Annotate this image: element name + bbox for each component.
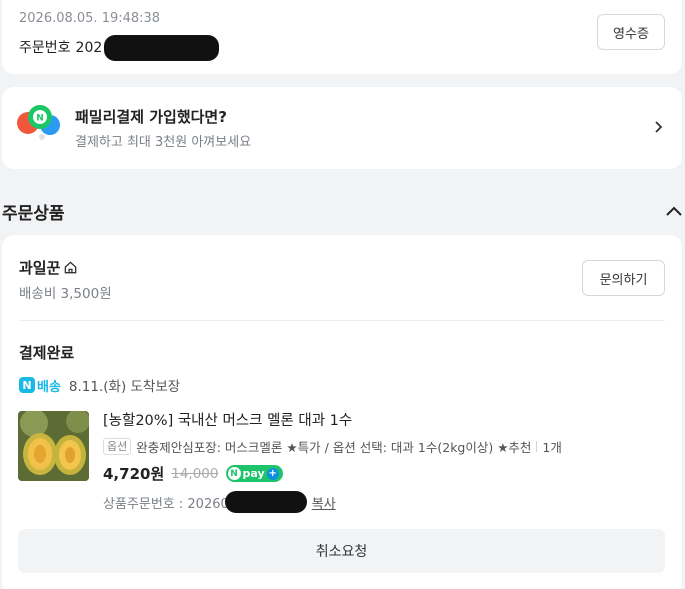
price-row: 4,720원 14,000 N pay + [103, 463, 283, 484]
store-name[interactable]: 과일꾼 [19, 257, 78, 278]
promo-icon-letter: N [36, 114, 44, 124]
copy-link[interactable]: 복사 [312, 493, 336, 512]
order-number: 주문번호 202 [19, 35, 220, 61]
inquiry-button[interactable]: 문의하기 [582, 260, 665, 296]
order-info-card: 2026.08.05. 19:48:38 주문번호 202 영수증 [2, 0, 682, 74]
item-order-number-label: 상품주문번호 : 20260 [103, 496, 229, 512]
naver-n-icon: N [19, 377, 35, 393]
option-separator [536, 441, 538, 452]
redaction-mark [224, 491, 307, 513]
divider [19, 320, 665, 321]
option-tag: 옵션 [103, 438, 132, 455]
item-order-number: 상품주문번호 : 20260 복사 [103, 491, 336, 513]
product-option: 옵션 완충제안심포장: 머스크멜론 ★특가 / 옵션 선택: 대과 1수(2kg… [103, 437, 562, 456]
original-price: 14,000 [171, 465, 219, 482]
shipping-fee: 배송비 3,500원 [19, 286, 112, 302]
section-title: 주문상품 [2, 204, 65, 224]
npay-plus-badge: N pay + [225, 465, 283, 482]
order-status: 결제완료 [19, 344, 75, 362]
quantity: 1개 [542, 440, 562, 455]
promo-title: 패밀리결제 가입했다면? [75, 108, 227, 126]
sale-price: 4,720원 [103, 465, 165, 483]
speech-bubbles-icon: N [17, 105, 60, 140]
product-thumbnail[interactable] [18, 411, 89, 481]
redaction-mark [104, 35, 220, 61]
naver-delivery-badge: N 배송 [19, 376, 61, 395]
option-text: 완충제안심포장: 머스크멜론 ★특가 / 옵션 선택: 대과 1수(2kg이상)… [136, 440, 532, 455]
delivery-badge-label: 배송 [37, 379, 61, 395]
order-number-value: 202 [75, 40, 103, 56]
family-pay-promo[interactable]: N 패밀리결제 가입했다면? 결제하고 최대 3천원 아껴보세요 [2, 87, 682, 169]
melon-image [18, 411, 89, 481]
chevron-up-icon[interactable] [664, 204, 684, 218]
delivery-info: N 배송 8.11.(화) 도착보장 [19, 375, 180, 395]
product-card: 과일꾼 배송비 3,500원 문의하기 결제완료 N 배송 8.11.(화) 도… [2, 235, 682, 589]
home-icon [65, 261, 77, 274]
chevron-right-icon[interactable] [652, 120, 666, 134]
store-name-label: 과일꾼 [19, 259, 61, 277]
order-datetime: 2026.08.05. 19:48:38 [19, 11, 161, 26]
cancel-request-button[interactable]: 취소요청 [18, 529, 665, 573]
delivery-guarantee: 8.11.(화) 도착보장 [68, 379, 181, 395]
order-number-label: 주문번호 [19, 40, 71, 56]
promo-subtitle: 결제하고 최대 3천원 아껴보세요 [75, 135, 252, 150]
npay-label: pay [242, 467, 265, 480]
product-name[interactable]: [농할20%] 국내산 머스크 멜론 대과 1수 [103, 409, 352, 430]
receipt-button[interactable]: 영수증 [597, 14, 665, 50]
plus-icon: + [266, 467, 279, 480]
npay-n-icon: N [227, 467, 241, 480]
